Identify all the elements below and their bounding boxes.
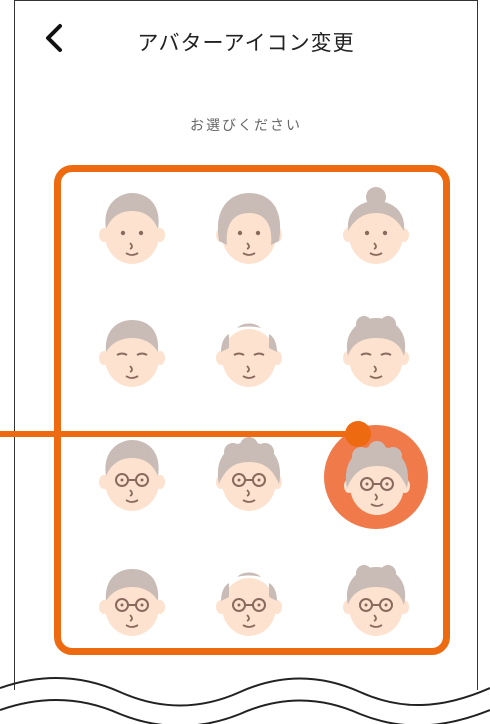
callout-line xyxy=(0,431,358,437)
avatar-man-glasses[interactable] xyxy=(90,432,174,516)
avatar-elder-man-bald[interactable] xyxy=(207,308,291,392)
wave-cutoff-decoration xyxy=(0,677,490,724)
avatar-elder-man-glasses[interactable] xyxy=(90,557,174,641)
avatar-woman-glasses[interactable] xyxy=(207,432,291,516)
avatar-elder-woman-wavy[interactable] xyxy=(334,308,418,392)
callout-dot xyxy=(345,421,371,447)
avatar-man-short-hair[interactable] xyxy=(90,185,174,269)
avatar-elder-man-short[interactable] xyxy=(90,308,174,392)
avatar-elder-woman-glasses[interactable] xyxy=(335,436,419,520)
page-title: アバターアイコン変更 xyxy=(137,31,355,55)
instruction-text: お選びください xyxy=(190,118,302,134)
avatar-woman-bob[interactable] xyxy=(207,185,291,269)
avatar-elder-man-bald-glasses[interactable] xyxy=(207,557,291,641)
avatar-elder-woman-wavy-glasses[interactable] xyxy=(334,557,418,641)
avatar-woman-bun[interactable] xyxy=(334,185,418,269)
